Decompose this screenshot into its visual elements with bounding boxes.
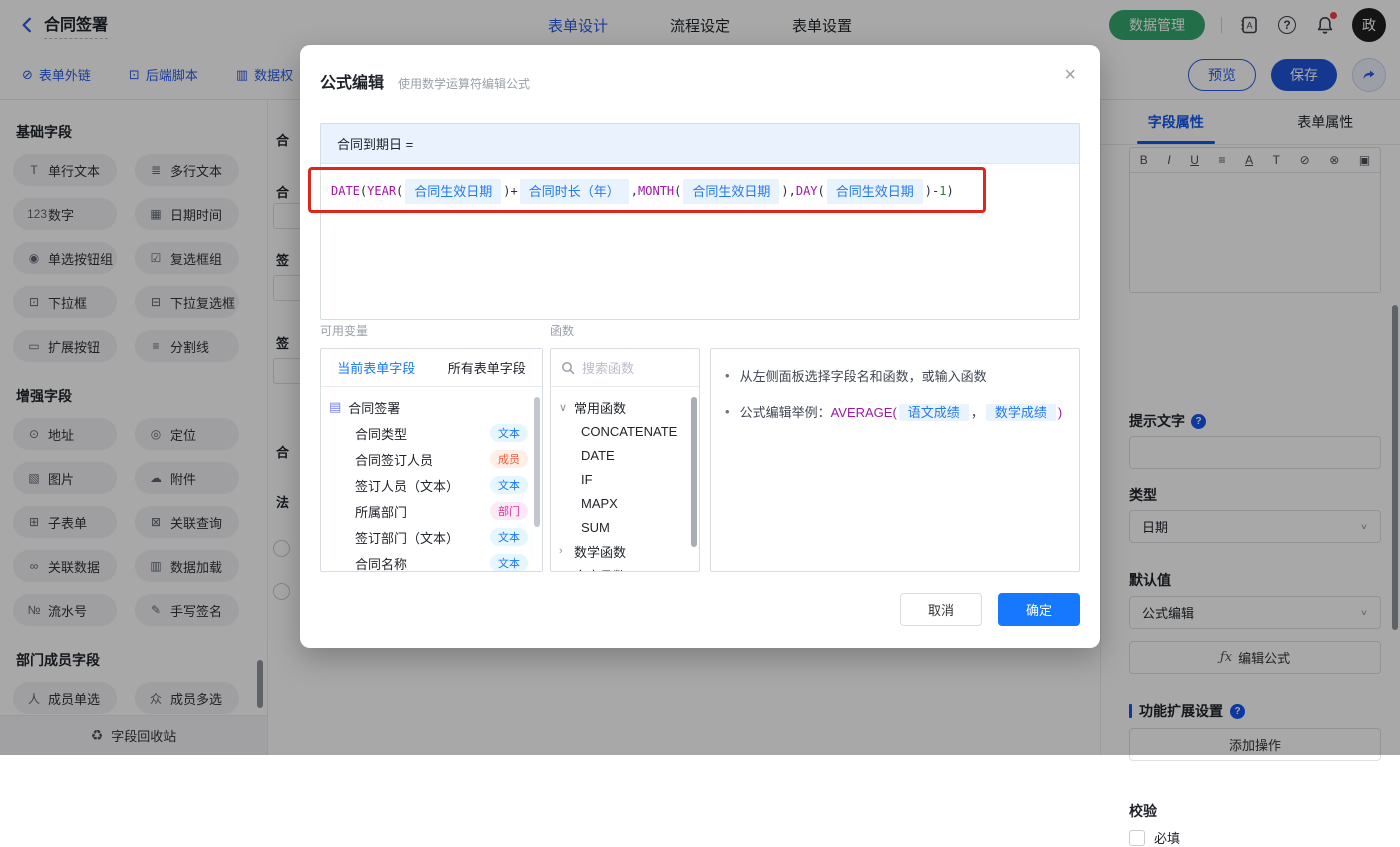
- bullet-icon: •: [725, 368, 730, 383]
- functions-scrollbar[interactable]: [691, 397, 697, 547]
- variable-name: 所属部门: [355, 502, 407, 521]
- help-tip: • 从左侧面板选择字段名和函数，或输入函数: [725, 366, 1065, 385]
- variable-row-签订部门（文本）[interactable]: 签订部门（文本） 文本: [329, 524, 536, 550]
- function-list: ∨ 常用函数 CONCATENATEDATEIFMAPXSUM › 数学函数 › 文本函数: [551, 387, 699, 572]
- variable-row-所属部门[interactable]: 所属部门 部门: [329, 498, 536, 524]
- variable-type-badge: 部门: [490, 502, 528, 520]
- variable-type-badge: 成员: [490, 450, 528, 468]
- bullet-icon: •: [725, 404, 730, 419]
- variable-row-合同签订人员[interactable]: 合同签订人员 成员: [329, 446, 536, 472]
- formula-token: 1: [939, 180, 946, 203]
- help-example-comma: ，: [971, 405, 984, 420]
- function-group-label: 文本函数: [574, 566, 626, 573]
- formula-field-chip[interactable]: 合同生效日期: [827, 179, 923, 204]
- formula-token: ): [781, 180, 788, 203]
- variables-tab-所有表单字段[interactable]: 所有表单字段: [432, 349, 543, 386]
- formula-token: -: [932, 180, 939, 203]
- formula-result-label: 合同到期日 =: [321, 124, 1079, 164]
- formula-token: YEAR: [367, 180, 396, 203]
- formula-token: ): [947, 180, 954, 203]
- function-group-label: 常用函数: [574, 398, 626, 417]
- variables-scrollbar[interactable]: [534, 397, 540, 527]
- required-label: 必填: [1154, 828, 1180, 847]
- functions-panel: 搜索函数 ∨常用函数CONCATENATEDATEIFMAPXSUM›数学函数›…: [550, 348, 700, 572]
- formula-input[interactable]: DATE(YEAR(合同生效日期)+合同时长（年）,MONTH(合同生效日期),…: [321, 164, 1079, 219]
- formula-token: ): [503, 180, 510, 203]
- formula-box: 合同到期日 = DATE(YEAR(合同生效日期)+合同时长（年）,MONTH(…: [320, 123, 1080, 320]
- formula-token: +: [511, 180, 518, 203]
- variable-type-badge: 文本: [490, 528, 528, 546]
- variable-row-签订人员（文本）[interactable]: 签订人员（文本） 文本: [329, 472, 536, 498]
- formula-token: DAY: [796, 180, 818, 203]
- variable-name: 合同签订人员: [355, 450, 433, 469]
- help-example-chip: 语文成绩: [899, 404, 969, 421]
- help-example-function: AVERAGE(: [831, 405, 897, 420]
- function-item-DATE[interactable]: DATE: [559, 443, 699, 467]
- chevron-down-icon: ∨: [559, 401, 569, 414]
- form-doc-icon: ▤: [329, 399, 341, 415]
- variable-type-badge: 文本: [490, 554, 528, 572]
- variables-panel: 当前表单字段所有表单字段 ▤合同签署合同类型文本合同签订人员成员签订人员（文本）…: [320, 348, 543, 572]
- help-example: • 公式编辑举例：AVERAGE(语文成绩，数学成绩): [725, 402, 1065, 421]
- help-tip-text: 从左侧面板选择字段名和函数，或输入函数: [740, 366, 987, 385]
- search-placeholder: 搜索函数: [582, 358, 634, 377]
- help-example-chip: 数学成绩: [986, 404, 1056, 421]
- formula-field-chip[interactable]: 合同生效日期: [405, 179, 501, 204]
- help-example-text: 公式编辑举例：AVERAGE(语文成绩，数学成绩): [740, 402, 1063, 421]
- help-panel: • 从左侧面板选择字段名和函数，或输入函数 • 公式编辑举例：AVERAGE(语文成绩…: [710, 348, 1080, 572]
- variable-row-合同类型[interactable]: 合同类型 文本: [329, 420, 536, 446]
- variables-tab-当前表单字段[interactable]: 当前表单字段: [321, 349, 432, 386]
- function-group-label: 数学函数: [574, 542, 626, 561]
- formula-editor-modal: 公式编辑 使用数学运算符编辑公式 × 合同到期日 = DATE(YEAR(合同生…: [300, 45, 1100, 648]
- chevron-right-icon: ›: [559, 545, 569, 557]
- variable-type-badge: 文本: [490, 476, 528, 494]
- variable-name: 签订人员（文本）: [355, 476, 459, 495]
- functions-label: 函数: [550, 322, 574, 339]
- formula-token: MONTH: [638, 180, 674, 203]
- variable-row-合同名称[interactable]: 合同名称 文本: [329, 550, 536, 572]
- formula-field-chip[interactable]: 合同生效日期: [683, 179, 779, 204]
- formula-field-chip[interactable]: 合同时长（年）: [520, 179, 629, 204]
- formula-token: (: [674, 180, 681, 203]
- help-example-prefix: 公式编辑举例：: [740, 405, 831, 420]
- function-item-MAPX[interactable]: MAPX: [559, 491, 699, 515]
- close-icon[interactable]: ×: [1064, 65, 1076, 85]
- function-item-CONCATENATE[interactable]: CONCATENATE: [559, 419, 699, 443]
- variable-name: 签订部门（文本）: [355, 528, 459, 547]
- variable-name: 合同名称: [355, 554, 407, 573]
- formula-token: ): [925, 180, 932, 203]
- modal-subtitle: 使用数学运算符编辑公式: [398, 75, 530, 92]
- validation-label: 校验: [1129, 801, 1157, 821]
- variables-root-label: 合同签署: [348, 398, 400, 417]
- formula-token: ,: [789, 180, 796, 203]
- variables-label: 可用变量: [320, 322, 368, 339]
- search-icon: [561, 361, 575, 375]
- chevron-right-icon: ›: [559, 569, 569, 572]
- variables-tabs: 当前表单字段所有表单字段: [321, 349, 542, 387]
- variable-name: 合同类型: [355, 424, 407, 443]
- help-example-close: ): [1058, 405, 1062, 420]
- variables-list: ▤合同签署合同类型文本合同签订人员成员签订人员（文本）文本所属部门部门签订部门（…: [321, 387, 542, 572]
- function-group-文本函数[interactable]: › 文本函数: [559, 563, 699, 572]
- formula-token: (: [396, 180, 403, 203]
- formula-token: (: [818, 180, 825, 203]
- function-item-IF[interactable]: IF: [559, 467, 699, 491]
- confirm-button[interactable]: 确定: [998, 593, 1080, 626]
- required-checkbox-row: 必填: [1129, 828, 1180, 847]
- function-search[interactable]: 搜索函数: [551, 349, 699, 387]
- variables-root[interactable]: ▤ 合同签署: [329, 394, 536, 420]
- formula-token: (: [360, 180, 367, 203]
- variable-type-badge: 文本: [490, 424, 528, 442]
- function-group-数学函数[interactable]: › 数学函数: [559, 539, 699, 563]
- required-checkbox[interactable]: [1129, 830, 1145, 846]
- cancel-button[interactable]: 取消: [900, 593, 982, 626]
- function-item-SUM[interactable]: SUM: [559, 515, 699, 539]
- formula-token: DATE: [331, 180, 360, 203]
- modal-title: 公式编辑: [320, 69, 384, 93]
- formula-token: ,: [631, 180, 638, 203]
- function-group-常用函数[interactable]: ∨ 常用函数: [559, 395, 699, 419]
